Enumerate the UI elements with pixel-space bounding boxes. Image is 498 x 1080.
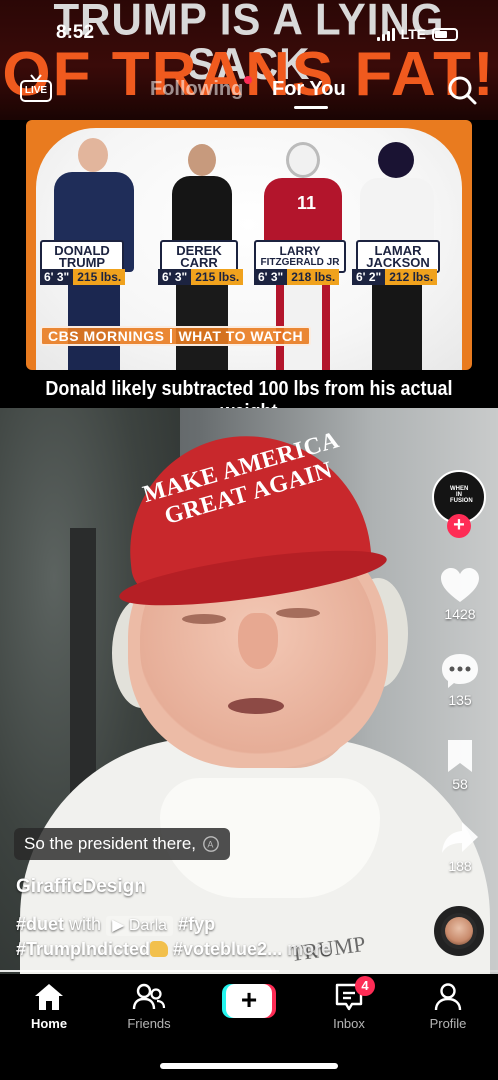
share-icon [442,822,478,853]
network-strip: CBS MORNINGS WHAT TO WATCH [40,326,312,346]
video-progress-fill [0,970,279,972]
jersey-number: 11 [297,193,317,213]
comment-count: 135 [448,692,472,708]
play-icon: ▶ [112,917,125,934]
network-type: LTE [400,26,426,42]
network-strip-left: CBS MORNINGS [48,328,165,344]
label-last: FITZGERALD JR [260,257,340,268]
height: 6' 3" [254,269,288,285]
comment-button[interactable]: 135 [432,652,488,708]
right-eye [276,608,320,618]
label-first: LARRY [279,244,321,258]
signal-icon [376,27,395,41]
mouth [228,698,284,714]
creator-username[interactable]: GirafficDesign [16,876,146,898]
label-last: TRUMP [58,255,106,270]
nav-home[interactable]: Home [9,982,89,1031]
live-icon: LIVE [20,80,52,102]
bookmark-icon [448,740,472,772]
home-icon [35,984,63,1010]
weight: 218 lbs. [287,269,340,285]
nav-friends[interactable]: Friends [109,982,189,1031]
nose [238,613,278,669]
stats-trump: 6' 3" 215 lbs. [40,269,126,285]
thumbs-up-icon [150,941,169,957]
hashtag-voteblue[interactable]: #voteblue2... [173,939,282,959]
status-bar: 8:52 LTE [0,22,498,46]
subtitle-text: So the president there, [24,834,197,853]
tab-following[interactable]: Following [150,78,243,101]
weight: 215 lbs. [73,269,126,285]
inbox-badge: 4 [355,976,375,996]
overlay-caption-band: Donald likely subtracted 100 lbs from hi… [0,370,498,423]
weight: 215 lbs. [191,269,244,285]
video-description[interactable]: #duet with ▶ Darla #fyp #TrumpIndicted #… [16,912,416,962]
follow-plus-button[interactable]: + [447,514,471,538]
duet-chip[interactable]: ▶ Darla [106,916,174,936]
subtitle-box: So the president there, A [14,828,231,860]
nav-home-label: Home [30,1016,68,1031]
save-button[interactable]: 58 [432,738,488,792]
hashtag-trumpindicted[interactable]: #TrumpIndicted [16,939,150,959]
network-strip-right: WHAT TO WATCH [178,328,304,344]
heart-icon [441,568,479,602]
stats-fitzgerald: 6' 3" 218 lbs. [254,269,340,285]
label-last: JACKSON [366,255,430,270]
video-progress-bar[interactable] [0,970,498,972]
stats-jackson: 6' 2" 212 lbs. [352,269,438,285]
save-count: 58 [452,776,468,792]
desc-with: with [69,914,102,934]
weight: 212 lbs. [385,269,438,285]
height: 6' 3" [158,269,192,285]
label-last: CARR [180,255,218,270]
nav-profile[interactable]: Profile [408,982,488,1031]
share-button[interactable]: 188 [432,820,488,874]
like-button[interactable]: 1428 [432,568,488,622]
share-count: 188 [448,858,472,874]
duet-chip-label: Darla [128,917,168,934]
height: 6' 2" [352,269,386,285]
like-count: 1428 [444,606,476,622]
nav-inbox-label: Inbox [333,1016,365,1031]
status-time: 8:52 [56,22,95,43]
comparison-graphic: 11 DONALD TRUMP 6' 3" 215 lbs. DEREK CAR… [26,120,472,370]
nav-inbox[interactable]: 4 Inbox [309,976,389,1031]
nav-profile-label: Profile [429,1016,467,1031]
following-new-dot [244,76,252,84]
stats-carr: 6' 3" 215 lbs. [158,269,244,285]
profile-icon [434,983,462,1011]
music-disc-icon[interactable] [434,906,484,956]
left-eye [182,614,226,624]
friends-icon [132,983,166,1010]
home-indicator[interactable] [160,1063,338,1069]
active-tab-indicator [294,106,328,109]
plus-icon: + [226,984,272,1018]
tab-for-you[interactable]: For You [272,78,346,101]
create-button[interactable]: + [222,984,276,1018]
search-icon[interactable] [446,74,478,106]
nav-friends-label: Friends [127,1016,171,1031]
status-icons: LTE [376,26,458,42]
more-link[interactable]: more [287,939,331,959]
battery-icon [432,27,458,41]
creator-avatar-text: WHEN IN FUSION [450,486,473,504]
live-button[interactable]: LIVE [20,74,52,104]
top-nav: LIVE Following For You [0,72,498,109]
translate-icon[interactable]: A [202,835,220,853]
hashtag-duet[interactable]: #duet [16,914,64,934]
svg-text:A: A [207,840,213,850]
hashtag-fyp[interactable]: #fyp [178,914,215,934]
height: 6' 3" [40,269,74,285]
comment-icon [442,654,478,688]
headline-banner: TRUMP IS A LYING SACK OF TRANS FAT! 8:52… [0,0,498,120]
